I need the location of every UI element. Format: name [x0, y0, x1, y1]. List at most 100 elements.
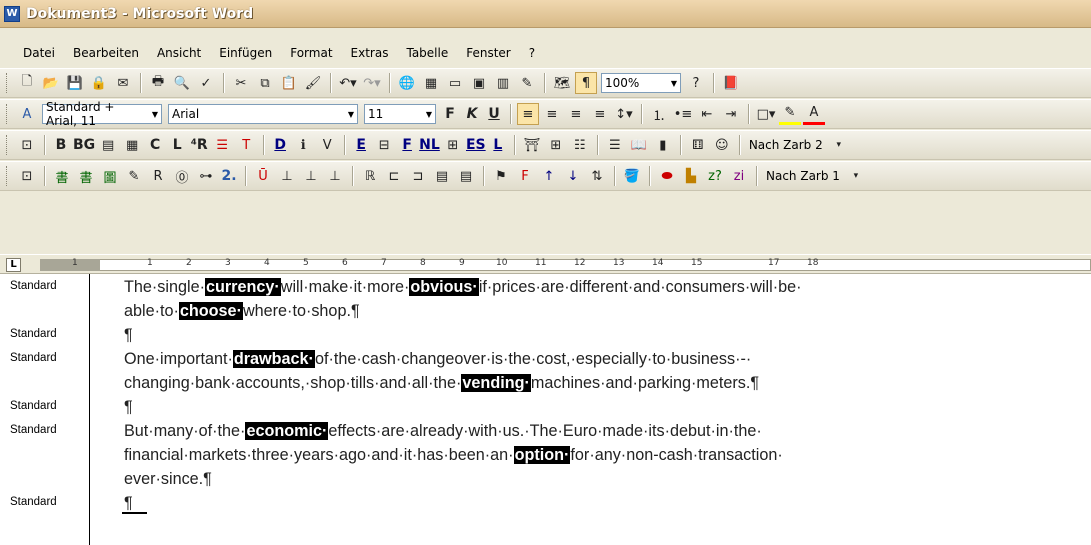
macro-trou2-icon[interactable]: ⊥	[300, 165, 322, 187]
macro-book-icon[interactable]: 📖	[628, 134, 650, 156]
macro-cn-icon[interactable]: ⊐	[407, 165, 429, 187]
menu-extras[interactable]: Extras	[342, 46, 398, 60]
macro-dnes-icon[interactable]: ⊞	[442, 134, 464, 156]
macro-icon[interactable]: ⊡	[16, 165, 38, 187]
tables-borders-icon[interactable]: ▦	[420, 72, 442, 94]
show-formatting-icon[interactable]: ¶	[575, 72, 597, 94]
menu-format[interactable]: Format	[281, 46, 341, 60]
macro-l2-button[interactable]: L	[488, 134, 508, 156]
menu-ansicht[interactable]: Ansicht	[148, 46, 210, 60]
macro-bg-button[interactable]: BG	[73, 134, 95, 156]
macro-nl-button[interactable]: NL	[419, 134, 440, 156]
save-icon[interactable]: 💾	[64, 72, 86, 94]
macro-zi-icon[interactable]: zi	[728, 165, 750, 187]
line-spacing-icon[interactable]: ↕▾	[613, 103, 635, 125]
borders-icon[interactable]: □▾	[755, 103, 777, 125]
chevron-down-icon[interactable]: ▾	[828, 134, 850, 156]
macro-chinese-icon[interactable]: ⛩	[521, 134, 543, 156]
toolbar-grip[interactable]	[6, 166, 9, 186]
font-size-select[interactable]: 11 ▼	[364, 104, 436, 124]
macro-bucket-icon[interactable]: 🪣	[621, 165, 643, 187]
macro-t-icon[interactable]: T	[235, 134, 257, 156]
macro-split-icon[interactable]: ⇅	[586, 165, 608, 187]
arrow-up-icon[interactable]: ↑	[538, 165, 560, 187]
new-document-icon[interactable]: 🗋	[16, 72, 38, 94]
bullet-list-icon[interactable]: •≡	[672, 103, 694, 125]
paragraph-line[interactable]: One·important·drawback·of·the·cash·chang…	[124, 348, 1074, 370]
tab-selector-icon[interactable]: L	[6, 258, 21, 272]
macro-fehler-icon[interactable]: F	[514, 165, 536, 187]
macro-list-icon[interactable]: ☷	[569, 134, 591, 156]
macro-flag-icon[interactable]: ⚑	[490, 165, 512, 187]
toolbar-grip[interactable]	[6, 73, 9, 93]
help-icon[interactable]: ?	[685, 72, 707, 94]
cut-icon[interactable]: ✂	[230, 72, 252, 94]
reading-mode-icon[interactable]: 📕	[720, 72, 742, 94]
macro-infini-icon[interactable]: ℹ	[292, 134, 314, 156]
align-left-icon[interactable]: ≡	[517, 103, 539, 125]
zoom-select[interactable]: 100% ▼	[601, 73, 681, 93]
justify-icon[interactable]: ≡	[589, 103, 611, 125]
macro-es-button[interactable]: ES	[466, 134, 486, 156]
paste-icon[interactable]: 📋	[278, 72, 300, 94]
toolbar-grip[interactable]	[6, 135, 9, 155]
macro-red-icon[interactable]: ☰	[211, 134, 233, 156]
increase-indent-icon[interactable]: ⇥	[720, 103, 742, 125]
font-select[interactable]: Arial ▼	[168, 104, 358, 124]
macro-satz-icon[interactable]: ▤	[431, 165, 453, 187]
macro-hanzi2-icon[interactable]: 書	[75, 165, 97, 187]
highlight-icon[interactable]: ✎	[779, 103, 801, 125]
bold-button[interactable]: F	[440, 103, 460, 125]
font-color-icon[interactable]: A	[803, 103, 825, 125]
macro-wort-icon[interactable]: ▤	[97, 134, 119, 156]
undo-icon[interactable]: ↶▾	[337, 72, 359, 94]
insert-table-icon[interactable]: ▭	[444, 72, 466, 94]
chevron-down-icon[interactable]: ▾	[845, 165, 867, 187]
macro-r-icon[interactable]: R	[147, 165, 169, 187]
macro-trou1-icon[interactable]: ⊥	[276, 165, 298, 187]
arrow-down-icon[interactable]: ↓	[562, 165, 584, 187]
paragraph-line[interactable]: The·single·currency·will·make·it·more·ob…	[124, 276, 1074, 298]
macro-b-button[interactable]: B	[51, 134, 71, 156]
macro-grid-icon[interactable]: ⊞	[545, 134, 567, 156]
style-select[interactable]: Standard + Arial, 11 ▼	[42, 100, 162, 128]
paragraph-line[interactable]: ¶	[124, 396, 1074, 418]
macro-pen-icon[interactable]: ✎	[123, 165, 145, 187]
paragraph-line[interactable]: changing·bank·accounts,·shop·tills·and·a…	[124, 372, 1074, 394]
ruler[interactable]: L 1 1 2 3 4 5 6 7 8 9 10 11 12 13 14 15 …	[0, 254, 1091, 274]
macro-align-icon[interactable]: ☰	[604, 134, 626, 156]
insert-excel-icon[interactable]: ▣	[468, 72, 490, 94]
macro-stark-icon[interactable]: V	[316, 134, 338, 156]
menu-einfuegen[interactable]: Einfügen	[210, 46, 281, 60]
print-preview-icon[interactable]: 🔍	[171, 72, 193, 94]
hyperlink-icon[interactable]: 🌐	[396, 72, 418, 94]
nach-zarb-1-button[interactable]: Nach Zarb 1	[766, 169, 840, 183]
italic-button[interactable]: K	[462, 103, 482, 125]
paragraph-line[interactable]: ¶	[124, 492, 1074, 514]
menu-tabelle[interactable]: Tabelle	[397, 46, 457, 60]
paragraph-line[interactable]: able·to·choose·where·to·shop.¶	[124, 300, 1074, 322]
macro-z-icon[interactable]: z?	[704, 165, 726, 187]
align-center-icon[interactable]: ≡	[541, 103, 563, 125]
permission-icon[interactable]: 🔒	[88, 72, 110, 94]
macro-d-button[interactable]: D	[270, 134, 290, 156]
macro-chart-icon[interactable]: ▙	[680, 165, 702, 187]
macro-zhuyin-icon[interactable]: ⚅	[687, 134, 709, 156]
menu-bearbeiten[interactable]: Bearbeiten	[64, 46, 148, 60]
menu-help[interactable]: ?	[520, 46, 544, 60]
macro-f-button[interactable]: F	[397, 134, 417, 156]
redo-icon[interactable]: ↷▾	[361, 72, 383, 94]
macro-hanzi3-icon[interactable]: 圖	[99, 165, 121, 187]
macro-key-icon[interactable]: ⊶	[195, 165, 217, 187]
spellcheck-icon[interactable]: ✓	[195, 72, 217, 94]
macro-icon[interactable]: ⊡	[16, 134, 38, 156]
document-area[interactable]: Standard The·single·currency·will·make·it…	[0, 274, 1091, 545]
macro-chart-icon[interactable]: ▮	[652, 134, 674, 156]
styles-pane-icon[interactable]: A	[16, 103, 38, 125]
columns-icon[interactable]: ▥	[492, 72, 514, 94]
macro-lr-button[interactable]: ⁴R	[189, 134, 209, 156]
document-map-icon[interactable]: 🗺	[551, 72, 573, 94]
drawing-icon[interactable]: ✎	[516, 72, 538, 94]
macro-e-button[interactable]: E	[351, 134, 371, 156]
format-painter-icon[interactable]: 🖌	[302, 72, 324, 94]
